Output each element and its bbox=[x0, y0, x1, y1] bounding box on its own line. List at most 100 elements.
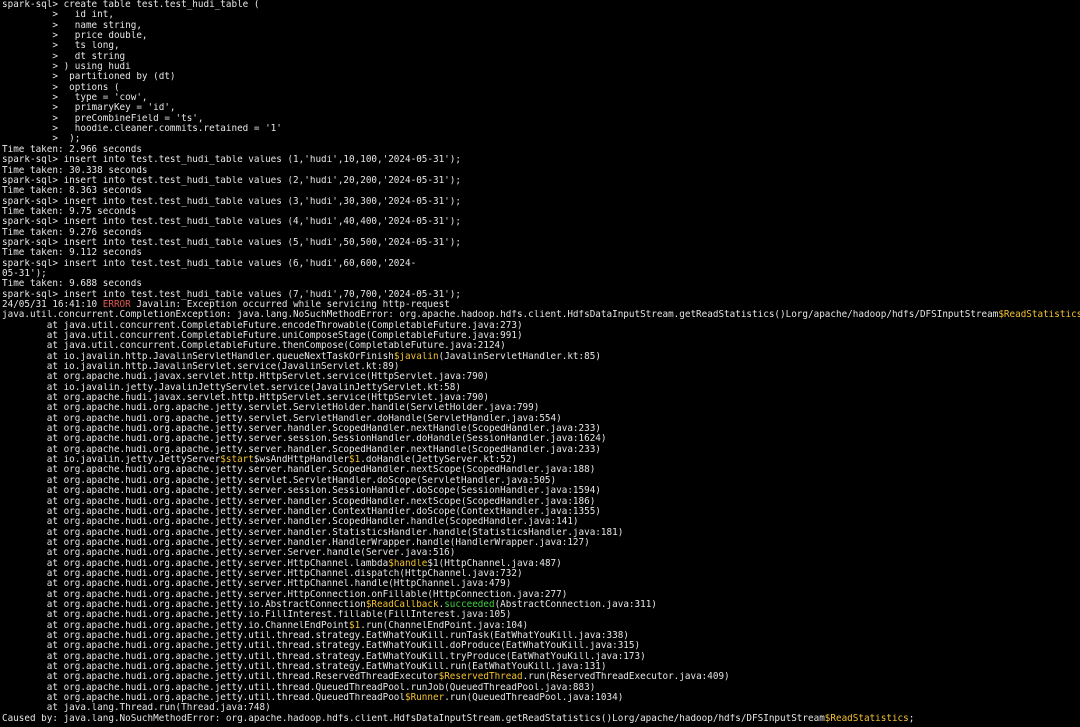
text-segment: at org.apache.hudi.org.apache.jetty.util… bbox=[2, 693, 405, 704]
highlighted-segment-yellow: $1 bbox=[349, 620, 361, 631]
text-segment: > ts long, bbox=[2, 41, 120, 52]
terminal-line: at org.apache.hudi.org.apache.jetty.util… bbox=[2, 652, 1080, 662]
terminal-line: at org.apache.hudi.org.apache.jetty.serv… bbox=[2, 486, 1080, 496]
text-segment: > dt string bbox=[2, 51, 126, 62]
terminal-output[interactable]: spark-sql> create table test.test_hudi_t… bbox=[0, 0, 1080, 727]
text-segment: > id int, bbox=[2, 10, 114, 21]
terminal-line: spark-sql> insert into test.test_hudi_ta… bbox=[2, 290, 1080, 300]
terminal-line: at org.apache.hudi.org.apache.jetty.util… bbox=[2, 631, 1080, 641]
text-segment: at io.javalin.jetty.JettyServer bbox=[2, 455, 221, 466]
terminal-line: at org.apache.hudi.org.apache.jetty.serv… bbox=[2, 569, 1080, 579]
terminal-line: at io.javalin.http.JavalinServletHandler… bbox=[2, 352, 1080, 362]
highlighted-segment-yellow: $ReadCallback bbox=[365, 599, 439, 610]
terminal-line: > preCombineField = 'ts', bbox=[2, 114, 1080, 124]
text-segment: > ) using hudi bbox=[2, 62, 131, 73]
text-segment: > ); bbox=[2, 134, 81, 145]
text-segment: at org.apache.hudi.javax.servlet.http.Ht… bbox=[2, 372, 489, 383]
terminal-line: spark-sql> insert into test.test_hudi_ta… bbox=[2, 259, 1080, 269]
highlighted-segment-yellow: $handle bbox=[388, 558, 428, 569]
highlighted-segment-red: ERROR bbox=[102, 299, 131, 310]
text-segment: > primaryKey = 'id', bbox=[2, 103, 176, 114]
text-segment: at org.apache.hudi.org.apache.jetty.serv… bbox=[2, 444, 601, 455]
text-segment: at org.apache.hudi.org.apache.jetty.util… bbox=[2, 641, 641, 652]
text-segment: at org.apache.hudi.org.apache.jetty.serv… bbox=[2, 527, 624, 538]
text-segment: > preCombineField = 'ts', bbox=[2, 113, 204, 124]
terminal-line: at org.apache.hudi.org.apache.jetty.serv… bbox=[2, 538, 1080, 548]
terminal-line: at org.apache.hudi.org.apache.jetty.serv… bbox=[2, 559, 1080, 569]
terminal-line: at java.lang.Thread.run(Thread.java:748) bbox=[2, 703, 1080, 713]
terminal-line: at org.apache.hudi.org.apache.jetty.serv… bbox=[2, 507, 1080, 517]
text-segment: at java.util.concurrent.CompletableFutur… bbox=[2, 331, 523, 341]
text-segment: at org.apache.hudi.org.apache.jetty.serv… bbox=[2, 496, 596, 507]
terminal-line: Caused by: java.lang.NoSuchMethodError: … bbox=[2, 714, 1080, 724]
text-segment: > type = 'cow', bbox=[2, 93, 148, 104]
terminal-line: Time taken: 9.276 seconds bbox=[2, 228, 1080, 238]
terminal-line: at org.apache.hudi.org.apache.jetty.serv… bbox=[2, 465, 1080, 475]
terminal-line: at java.util.concurrent.CompletableFutur… bbox=[2, 341, 1080, 351]
text-segment: Time taken: 9.112 seconds bbox=[2, 248, 142, 259]
text-segment: $wsAndHttpHandler bbox=[253, 455, 350, 466]
text-segment: Time taken: 8.363 seconds bbox=[2, 186, 142, 197]
terminal-line: at org.apache.hudi.org.apache.jetty.serv… bbox=[2, 445, 1080, 455]
text-segment: at org.apache.hudi.org.apache.jetty.serv… bbox=[2, 558, 389, 569]
terminal-line: > primaryKey = 'id', bbox=[2, 103, 1080, 113]
terminal-line: Time taken: 9.688 seconds bbox=[2, 279, 1080, 289]
terminal-line: at org.apache.hudi.org.apache.jetty.serv… bbox=[2, 548, 1080, 558]
terminal-line: > hoodie.cleaner.commits.retained = '1' bbox=[2, 124, 1080, 134]
text-segment: spark-sql> insert into test.test_hudi_ta… bbox=[2, 196, 461, 207]
text-segment: at org.apache.hudi.org.apache.jetty.serv… bbox=[2, 403, 540, 414]
terminal-line: > ts long, bbox=[2, 41, 1080, 51]
text-segment: > partitioned by (dt) bbox=[2, 72, 176, 83]
terminal-line: at io.javalin.jetty.JettyServer$start$ws… bbox=[2, 455, 1080, 465]
text-segment: at org.apache.hudi.org.apache.jetty.util… bbox=[2, 682, 596, 693]
text-segment: at io.javalin.http.JavalinServlet.servic… bbox=[2, 362, 400, 373]
text-segment: at org.apache.hudi.org.apache.jetty.serv… bbox=[2, 579, 512, 590]
text-segment: at org.apache.hudi.org.apache.jetty.serv… bbox=[2, 548, 456, 559]
text-segment: at io.javalin.http.JavalinServletHandler… bbox=[2, 351, 394, 362]
text-segment: 05-31'); bbox=[2, 268, 47, 279]
text-segment: $1(HttpChannel.java:487) bbox=[427, 558, 562, 569]
text-segment: .run(QueuedThreadPool.java:1034) bbox=[444, 693, 624, 704]
terminal-line: at org.apache.hudi.org.apache.jetty.util… bbox=[2, 641, 1080, 651]
terminal-line: at org.apache.hudi.org.apache.jetty.io.A… bbox=[2, 600, 1080, 610]
terminal-line: at org.apache.hudi.javax.servlet.http.Ht… bbox=[2, 393, 1080, 403]
text-segment: at org.apache.hudi.org.apache.jetty.io.A… bbox=[2, 599, 366, 610]
text-segment: at java.util.concurrent.CompletableFutur… bbox=[2, 320, 523, 331]
text-segment: .doHandle(JettyServer.kt:52) bbox=[360, 455, 517, 466]
text-segment: at org.apache.hudi.javax.servlet.http.Ht… bbox=[2, 393, 489, 404]
text-segment: java.util.concurrent.CompletionException… bbox=[2, 310, 999, 321]
text-segment: at org.apache.hudi.org.apache.jetty.util… bbox=[2, 662, 607, 672]
text-segment: 24/05/31 16:41:10 bbox=[2, 299, 103, 310]
terminal-line: at org.apache.hudi.org.apache.jetty.serv… bbox=[2, 414, 1080, 424]
highlighted-segment-yellow: $Runner bbox=[405, 693, 445, 704]
text-segment: at org.apache.hudi.org.apache.jetty.serv… bbox=[2, 465, 596, 476]
terminal-line: spark-sql> insert into test.test_hudi_ta… bbox=[2, 155, 1080, 165]
text-segment: > hoodie.cleaner.commits.retained = '1' bbox=[2, 124, 282, 135]
text-segment: spark-sql> create table test.test_hudi_t… bbox=[2, 0, 260, 10]
text-segment: ; bbox=[908, 713, 915, 724]
terminal-line: at org.apache.hudi.org.apache.jetty.serv… bbox=[2, 476, 1080, 486]
terminal-line: Time taken: 9.75 seconds bbox=[2, 207, 1080, 217]
terminal-line: at org.apache.hudi.org.apache.jetty.serv… bbox=[2, 517, 1080, 527]
terminal-line: 05-31'); bbox=[2, 269, 1080, 279]
terminal-line: spark-sql> insert into test.test_hudi_ta… bbox=[2, 217, 1080, 227]
terminal-line: at org.apache.hudi.org.apache.jetty.serv… bbox=[2, 528, 1080, 538]
text-segment: at org.apache.hudi.org.apache.jetty.serv… bbox=[2, 506, 601, 517]
terminal-line: > name string, bbox=[2, 21, 1080, 31]
text-segment: Time taken: 30.338 seconds bbox=[2, 165, 148, 176]
terminal-line: at java.util.concurrent.CompletableFutur… bbox=[2, 321, 1080, 331]
text-segment: at org.apache.hudi.org.apache.jetty.serv… bbox=[2, 475, 557, 486]
text-segment: at org.apache.hudi.org.apache.jetty.serv… bbox=[2, 537, 590, 548]
terminal-line: at org.apache.hudi.org.apache.jetty.serv… bbox=[2, 497, 1080, 507]
terminal-line: Time taken: 2.966 seconds bbox=[2, 145, 1080, 155]
terminal-line: at org.apache.hudi.org.apache.jetty.serv… bbox=[2, 403, 1080, 413]
text-segment: at org.apache.hudi.org.apache.jetty.util… bbox=[2, 672, 439, 683]
terminal-line: at io.javalin.http.JavalinServlet.servic… bbox=[2, 362, 1080, 372]
text-segment: at org.apache.hudi.org.apache.jetty.serv… bbox=[2, 486, 601, 497]
highlighted-segment-yellow: $start bbox=[220, 455, 254, 466]
terminal-line: spark-sql> insert into test.test_hudi_ta… bbox=[2, 197, 1080, 207]
terminal-line: Time taken: 30.338 seconds bbox=[2, 166, 1080, 176]
text-segment: > name string, bbox=[2, 20, 142, 31]
text-segment: spark-sql> insert into test.test_hudi_ta… bbox=[2, 155, 461, 166]
text-segment: Caused by: java.lang.NoSuchMethodError: … bbox=[2, 713, 825, 724]
